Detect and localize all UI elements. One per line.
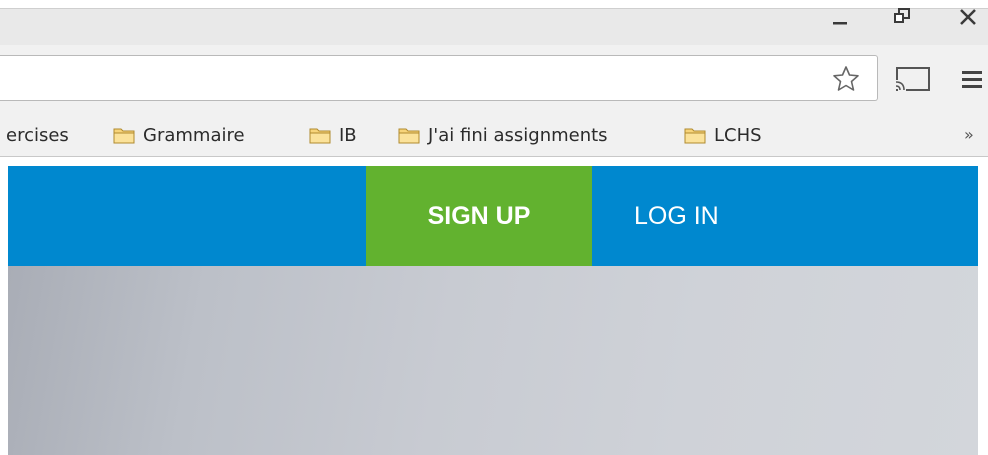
window-edge-left [0, 157, 8, 455]
bookmarks-bar: ercises Grammaire IB J'ai fini assignmen… [0, 113, 988, 157]
folder-icon [398, 128, 420, 144]
folder-icon [309, 128, 331, 144]
bookmarks-overflow-chevron-icon[interactable]: » [964, 125, 974, 144]
bookmark-folder-jai-fini-assignments[interactable]: J'ai fini assignments [398, 122, 608, 148]
browser-window: ercises Grammaire IB J'ai fini assignmen… [0, 0, 988, 455]
address-bar[interactable] [0, 55, 878, 101]
bookmark-exercises[interactable]: ercises [6, 122, 69, 148]
close-icon [960, 9, 976, 25]
minimize-icon [833, 22, 847, 25]
title-bar [0, 0, 988, 45]
bookmark-label: ercises [6, 124, 69, 146]
bookmark-label: Grammaire [143, 124, 245, 146]
restore-button[interactable] [878, 0, 926, 34]
bookmark-folder-lchs[interactable]: LCHS [684, 122, 762, 148]
star-icon [833, 66, 859, 91]
bookmark-label: IB [339, 124, 357, 146]
hero-background [8, 266, 978, 455]
hamburger-menu-icon [962, 71, 982, 88]
cast-icon [894, 67, 930, 92]
log-in-link[interactable]: LOG IN [634, 166, 754, 266]
folder-icon [113, 128, 135, 144]
folder-icon [684, 128, 706, 144]
window-edge-right [978, 157, 988, 455]
cast-button[interactable] [892, 61, 934, 97]
sign-up-button[interactable]: SIGN UP [366, 166, 592, 266]
bookmark-folder-grammaire[interactable]: Grammaire [113, 122, 245, 148]
minimize-button[interactable] [816, 0, 864, 34]
close-button[interactable] [944, 0, 988, 34]
restore-icon [894, 8, 910, 23]
bookmark-star-button[interactable] [828, 61, 864, 97]
bookmark-label: LCHS [714, 124, 762, 146]
site-header: SIGN UP LOG IN [8, 166, 978, 266]
browser-toolbar [0, 45, 988, 113]
bookmark-label: J'ai fini assignments [428, 124, 608, 146]
bookmark-folder-ib[interactable]: IB [309, 122, 357, 148]
chrome-menu-button[interactable] [954, 61, 988, 97]
